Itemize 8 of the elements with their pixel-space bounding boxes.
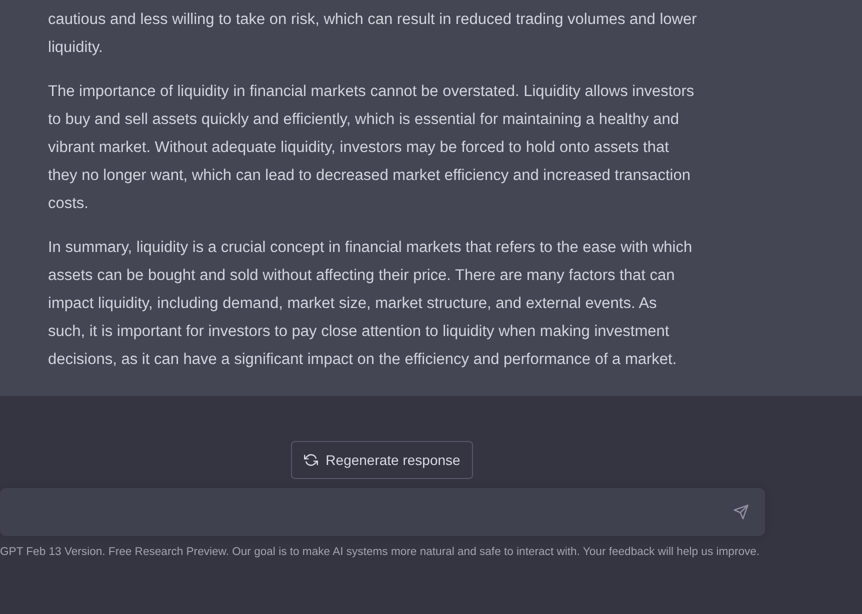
send-icon[interactable] bbox=[733, 504, 749, 520]
footer-disclaimer: GPT Feb 13 Version. Free Research Preview. Our goal is to make AI systems more natural and safe to interact with. Your feedback will help us improve. bbox=[0, 546, 761, 558]
message-paragraph: The importance of liquidity in financial markets cannot be overstated. Liquidity allows investors to buy and sell assets quickly and efficiently, which is essential for maintaining a healthy and vibrant market. Without adequate liquidity, investors may be forced to hold onto assets that they no longer want, which can lead to decreased market efficiency and increased transaction costs. bbox=[48, 82, 696, 214]
refresh-icon bbox=[304, 453, 318, 467]
message-input[interactable] bbox=[0, 488, 765, 536]
message-paragraph: cautious and less willing to take on risk, which can result in reduced trading volumes and lower liquidity. bbox=[48, 10, 698, 58]
message-paragraph: In summary, liquidity is a crucial concept in financial markets that refers to the ease with which assets can be bought and sold without affecting their price. There are many factors that can impact liquidity, including demand, market size, market structure, and external events. As such, it is important for investors to pay close attention to liquidity when making investment decisions, as it can have a significant impact on the efficiency and performance of a market. bbox=[48, 238, 694, 370]
regenerate-button[interactable]: Regenerate response bbox=[290, 441, 474, 479]
